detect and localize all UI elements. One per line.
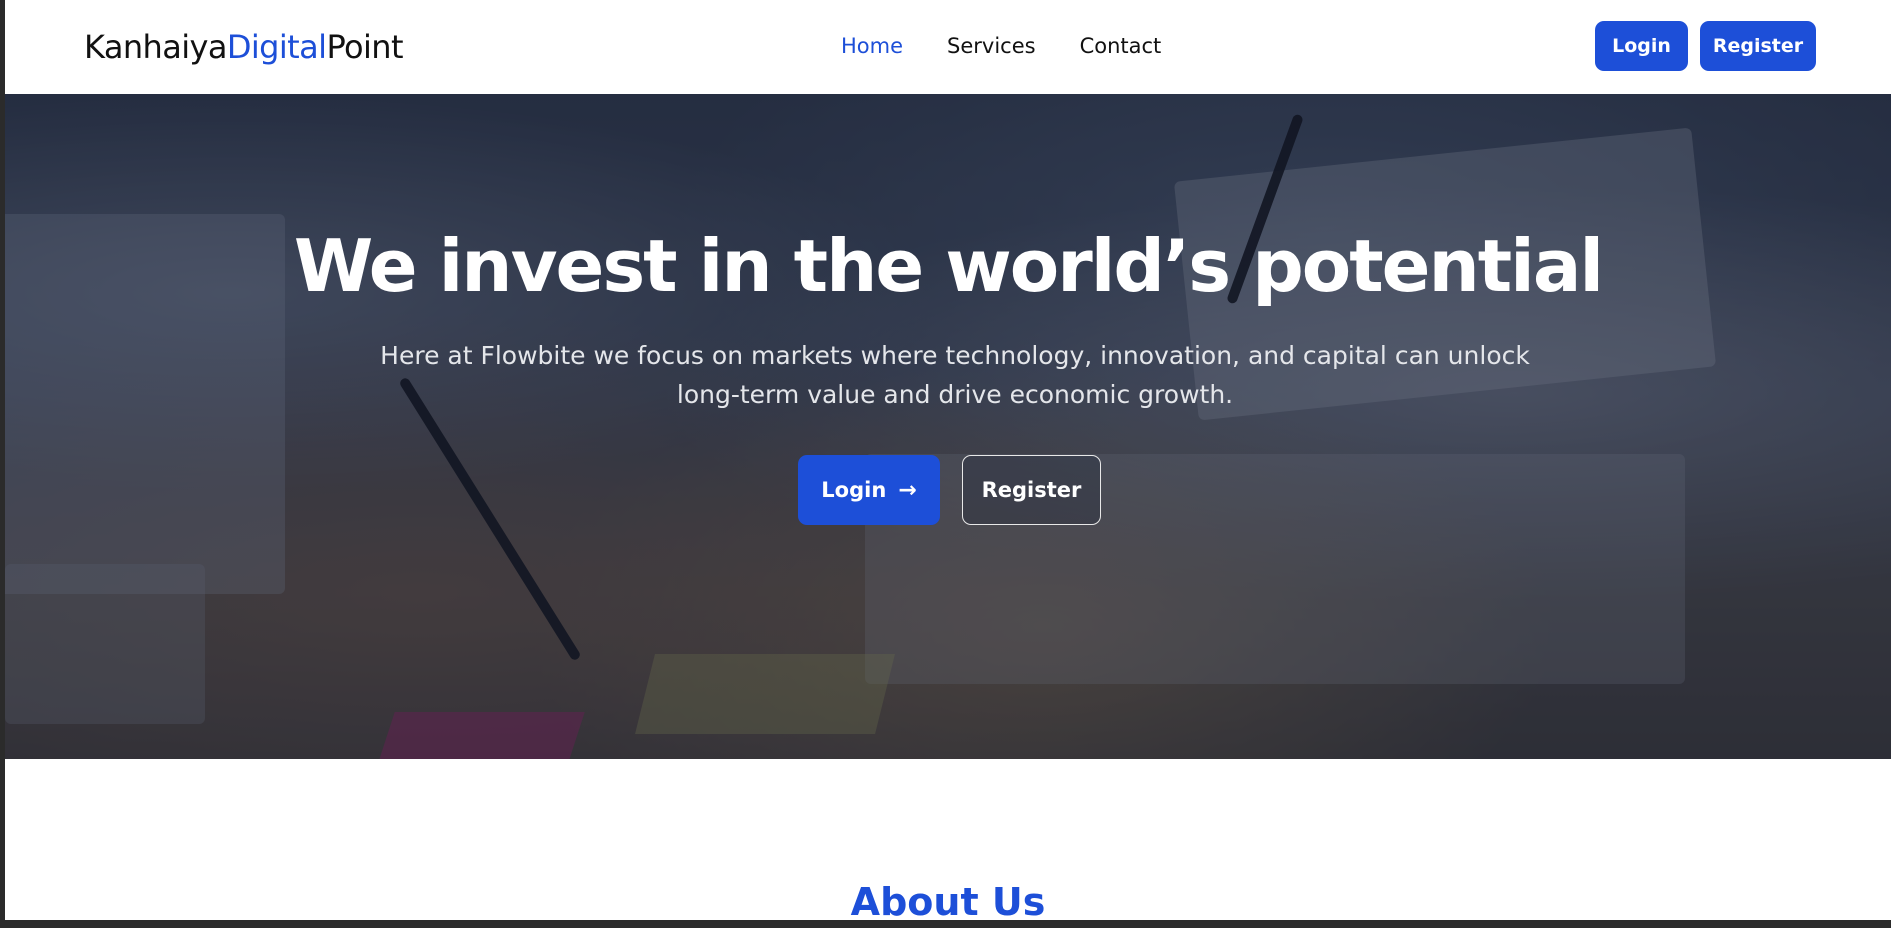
- arrow-right-icon: →: [898, 477, 917, 503]
- hero-register-button[interactable]: Register: [962, 455, 1101, 525]
- nav-link-home[interactable]: Home: [841, 34, 903, 58]
- page-frame: KanhaiyaDigitalPoint Home Services Conta…: [5, 0, 1891, 920]
- brand-part-2: Digital: [226, 28, 327, 66]
- navbar: KanhaiyaDigitalPoint Home Services Conta…: [5, 0, 1891, 94]
- window-bottom-edge: [0, 920, 1891, 928]
- hero-title: We invest in the world’s potential: [293, 224, 1604, 308]
- hero-section: We invest in the world’s potential Here …: [5, 94, 1891, 759]
- hero-subtitle: Here at Flowbite we focus on markets whe…: [380, 341, 1530, 409]
- brand-part-3: Point: [326, 28, 403, 66]
- nav-register-button[interactable]: Register: [1700, 21, 1816, 71]
- nav-link-services[interactable]: Services: [947, 34, 1036, 58]
- brand-part-1: Kanhaiya: [84, 28, 227, 66]
- hero-background-image: [5, 94, 1891, 759]
- hero-login-label: Login: [821, 478, 887, 502]
- hero-login-button[interactable]: Login →: [798, 455, 940, 525]
- brand-logo[interactable]: KanhaiyaDigitalPoint: [84, 28, 404, 66]
- nav-link-contact[interactable]: Contact: [1080, 34, 1162, 58]
- nav-links: Home Services Contact: [841, 34, 1205, 58]
- about-title: About Us: [850, 880, 1046, 920]
- nav-login-button[interactable]: Login: [1595, 21, 1688, 71]
